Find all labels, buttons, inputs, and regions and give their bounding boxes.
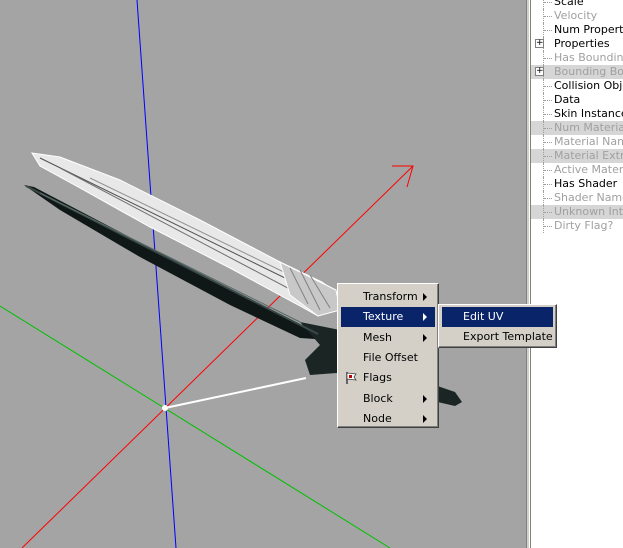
sword-wireframe — [31, 152, 341, 317]
menu-item-label: Texture — [363, 310, 404, 324]
tree-item-label: Unknown Int... — [554, 205, 623, 218]
tree-branch-line — [544, 86, 552, 88]
tree-item[interactable]: Material Extr... — [531, 149, 623, 163]
scene-canvas[interactable] — [0, 0, 526, 548]
tree-item[interactable]: + Bounding Box — [531, 65, 623, 79]
tree-item-label: Dirty Flag? — [554, 219, 614, 232]
tree-item[interactable]: Scale — [531, 0, 623, 9]
menu-item-label: Mesh — [363, 330, 392, 344]
tree-item-label: Collision Object — [554, 79, 623, 92]
tree-item[interactable]: Num Properties — [531, 23, 623, 37]
tree-item-label: Skin Instance — [554, 107, 623, 120]
menu-item-texture[interactable]: Texture — [341, 307, 435, 328]
submenu-arrow-icon — [423, 293, 427, 301]
tree-branch-line — [544, 184, 552, 186]
menu-item-export-template[interactable]: Export Template — [442, 327, 553, 347]
tree-item[interactable]: Num Materials — [531, 121, 623, 135]
menu-item-label: Transform — [363, 290, 418, 303]
tree-branch-line — [544, 58, 552, 60]
menu-item-mesh[interactable]: Mesh — [341, 328, 435, 348]
tree-branch-line — [544, 212, 552, 214]
menu-item-label: Edit UV — [463, 310, 504, 323]
tree-item[interactable]: Has Shader — [531, 177, 623, 191]
menu-item-label: Export Template — [463, 330, 553, 343]
tree-item-label: Has Boundin... — [554, 51, 623, 64]
submenu-arrow-icon — [423, 333, 427, 342]
menu-item-transform[interactable]: Transform — [341, 287, 435, 307]
selection-line — [164, 377, 307, 409]
tree-item-label: Properties — [554, 37, 610, 50]
tree-item-label: Active Material — [554, 163, 623, 176]
menu-item-label: File Offset — [363, 350, 418, 364]
tree-item-label: Scale — [554, 0, 584, 8]
tree-item-label: Bounding Box — [554, 65, 623, 78]
tree-item[interactable]: Material Name — [531, 135, 623, 149]
3d-viewport[interactable] — [0, 0, 526, 548]
tree-item[interactable]: Unknown Int... — [531, 205, 623, 219]
z-axis-line — [136, 0, 177, 548]
menu-item-label: Node — [363, 411, 392, 425]
tree-item[interactable]: Dirty Flag? — [531, 219, 623, 233]
tree-branch-line — [544, 226, 552, 228]
tree-item[interactable]: Skin Instance — [531, 107, 623, 121]
tree-item[interactable]: Collision Object — [531, 79, 623, 93]
menu-item-label: Block — [363, 391, 393, 405]
tree-branch-line — [544, 30, 552, 32]
menu-item-node[interactable]: Node — [341, 409, 435, 429]
tree-item-label: Has Shader — [554, 177, 618, 190]
menu-item-block[interactable]: Block — [341, 389, 435, 409]
tree-item[interactable]: Active Material — [531, 163, 623, 177]
submenu-arrow-icon — [423, 313, 427, 322]
menu-item-flags[interactable]: Flags — [341, 368, 435, 388]
tree-branch-line — [544, 2, 552, 4]
tree-item[interactable]: Velocity — [531, 9, 623, 23]
tree-branch-line — [544, 100, 552, 102]
submenu-arrow-icon — [423, 394, 427, 403]
submenu-arrow-icon — [423, 414, 427, 423]
tree-item-label: Data — [554, 93, 581, 106]
tree-item-label: Velocity — [554, 9, 598, 22]
tree-branch-line — [544, 170, 552, 172]
tree-item-label: Material Extr... — [554, 149, 623, 162]
expand-icon[interactable]: + — [535, 39, 544, 48]
texture-submenu: Edit UV Export Template — [438, 304, 557, 348]
tree-item-label: Shader Name — [554, 191, 623, 204]
flag-icon — [346, 372, 357, 385]
tree-branch-line — [544, 114, 552, 116]
menu-item-file-offset[interactable]: File Offset — [341, 348, 435, 368]
tree-item[interactable]: Data — [531, 93, 623, 107]
tree-item[interactable]: Has Boundin... — [531, 51, 623, 65]
tree-branch-line — [544, 156, 552, 158]
property-tree[interactable]: ScaleVelocityNum Properties+PropertiesHa… — [530, 0, 623, 548]
tree-branch-line — [544, 16, 552, 18]
tree-item-label: Material Name — [554, 135, 623, 148]
tree-item-label: Num Properties — [554, 23, 623, 36]
tree-item[interactable]: + Properties — [531, 37, 623, 51]
expand-icon[interactable]: + — [535, 67, 544, 76]
origin-point — [162, 405, 168, 411]
tree-branch-line — [544, 128, 552, 130]
tree-branch-line — [544, 198, 552, 200]
menu-item-edit-uv[interactable]: Edit UV — [442, 307, 553, 327]
tree-item-label: Num Materials — [554, 121, 623, 134]
tree-item[interactable]: Shader Name — [531, 191, 623, 205]
menu-item-label: Flags — [363, 371, 392, 385]
context-menu: Transform Texture Mesh File Offset Flags Bloc… — [337, 283, 439, 428]
tree-branch-line — [544, 142, 552, 144]
